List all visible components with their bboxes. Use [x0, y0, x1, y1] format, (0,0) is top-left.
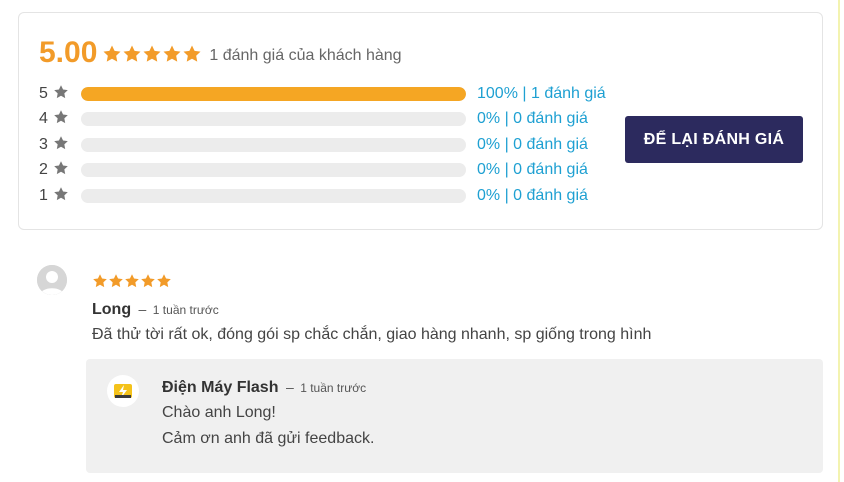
average-score: 5.00 [39, 36, 98, 69]
rating-percentage-link[interactable]: 0% | 0 đánh giá [477, 161, 588, 179]
rating-level-label: 4 [39, 110, 48, 127]
rating-bar [81, 189, 466, 203]
star-icon [156, 273, 172, 289]
review-text: Đã thử tời rất ok, đóng gói sp chắc chắn… [92, 326, 652, 343]
star-icon [162, 44, 182, 64]
star-icon [53, 135, 69, 156]
rating-bar-fill [81, 87, 466, 101]
review-author: Long [92, 301, 132, 318]
meta-separator: – [285, 379, 294, 395]
reply-text-line-1: Chào anh Long! [162, 404, 276, 421]
review-meta: Long – 1 tuần trước [92, 301, 219, 319]
star-icon [140, 273, 156, 289]
rating-level-label: 1 [39, 187, 48, 204]
rating-row-1: 1 0% | 0 đánh giá [39, 185, 588, 207]
star-icon [142, 44, 162, 64]
star-icon [92, 273, 108, 289]
rating-summary: 5.00 1 đánh giá của khách hàng 5 100% | 1… [18, 12, 823, 230]
reply-author: Điện Máy Flash [162, 379, 279, 396]
leave-review-button[interactable]: ĐỂ LẠI ĐÁNH GIÁ [625, 116, 803, 163]
star-icon [53, 109, 69, 130]
rating-percentage-link[interactable]: 100% | 1 đánh giá [477, 85, 606, 103]
review-time: 1 tuần trước [152, 303, 219, 317]
rating-bar [81, 138, 466, 152]
rating-percentage-link[interactable]: 0% | 0 đánh giá [477, 136, 588, 154]
rating-row-4: 4 0% | 0 đánh giá [39, 108, 588, 130]
average-rating-row: 5.00 1 đánh giá của khách hàng [39, 35, 402, 71]
rating-bar [81, 87, 466, 101]
reply-meta: Điện Máy Flash – 1 tuần trước [162, 379, 366, 397]
star-icon [182, 44, 202, 64]
rating-bar [81, 112, 466, 126]
dien-may-flash-logo-icon [107, 375, 139, 407]
rating-level-label: 5 [39, 85, 48, 102]
page-edge-strip [838, 0, 840, 482]
reply-time: 1 tuần trước [300, 381, 367, 395]
meta-separator: – [138, 301, 147, 317]
reply-text-line-2: Cảm ơn anh đã gửi feedback. [162, 430, 375, 447]
star-icon [122, 44, 142, 64]
rating-percentage-link[interactable]: 0% | 0 đánh giá [477, 187, 588, 205]
star-icon [53, 186, 69, 207]
average-stars [102, 44, 202, 64]
rating-percentage-link[interactable]: 0% | 0 đánh giá [477, 110, 588, 128]
star-icon [108, 273, 124, 289]
review-count-text: 1 đánh giá của khách hàng [209, 46, 402, 64]
rating-level-label: 3 [39, 136, 48, 153]
shop-reply: Điện Máy Flash – 1 tuần trước Chào anh L… [86, 359, 823, 473]
star-icon [124, 273, 140, 289]
rating-bar [81, 163, 466, 177]
star-icon [53, 160, 69, 181]
rating-row-5: 5 100% | 1 đánh giá [39, 83, 606, 105]
rating-row-2: 2 0% | 0 đánh giá [39, 159, 588, 181]
rating-row-3: 3 0% | 0 đánh giá [39, 134, 588, 156]
star-icon [53, 84, 69, 105]
star-icon [102, 44, 122, 64]
default-user-icon [37, 265, 67, 295]
review-stars [92, 273, 172, 289]
rating-level-label: 2 [39, 161, 48, 178]
